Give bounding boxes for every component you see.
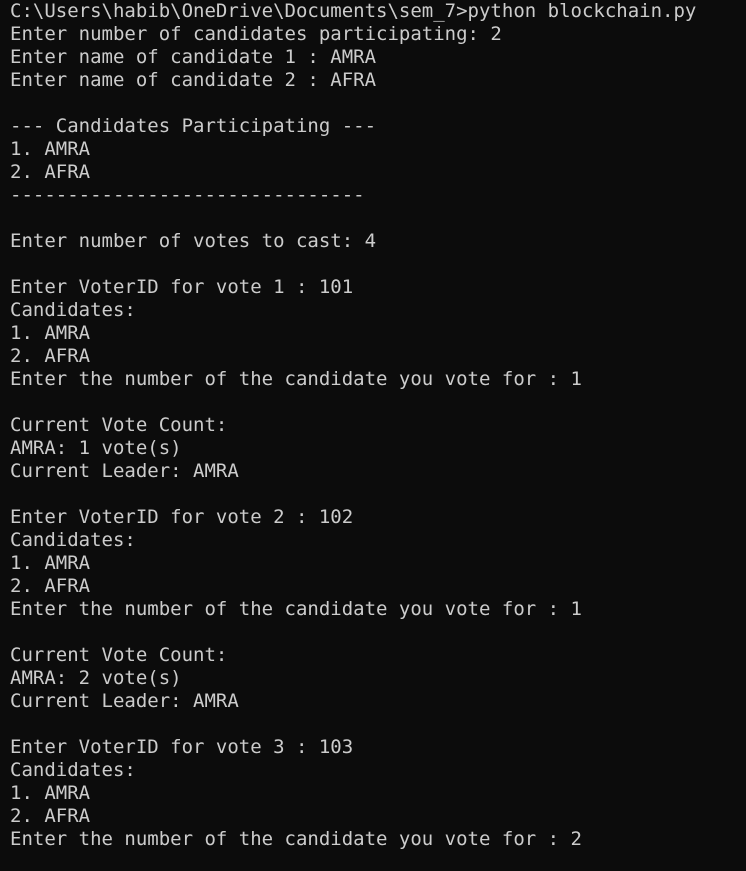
candidates-label: Candidates: xyxy=(10,759,136,781)
candidate-list-item: 1. AMRA xyxy=(10,322,91,344)
candidate-list-item: 2. AFRA xyxy=(10,161,91,183)
section-header: --- Candidates Participating --- xyxy=(10,115,377,137)
input-line: Enter number of votes to cast: 4 xyxy=(10,230,377,252)
current-leader-line: Current Leader: AMRA xyxy=(10,690,239,712)
candidate-list-item: 2. AFRA xyxy=(10,345,91,367)
candidate-list-item: 1. AMRA xyxy=(10,782,91,804)
candidate-list-item: 2. AFRA xyxy=(10,575,91,597)
vote-choice-line: Enter the number of the candidate you vo… xyxy=(10,828,582,850)
current-leader-line: Current Leader: AMRA xyxy=(10,460,239,482)
candidates-label: Candidates: xyxy=(10,529,136,551)
vote-choice-line: Enter the number of the candidate you vo… xyxy=(10,368,582,390)
voter-id-line: Enter VoterID for vote 3 : 103 xyxy=(10,736,354,758)
candidates-label: Candidates: xyxy=(10,299,136,321)
input-line: Enter number of candidates participating… xyxy=(10,23,502,45)
prompt-line: C:\Users\habib\OneDrive\Documents\sem_7>… xyxy=(10,0,697,22)
vote-count-label: Current Vote Count: xyxy=(10,414,228,436)
voter-id-line: Enter VoterID for vote 2 : 102 xyxy=(10,506,354,528)
candidate-list-item: 2. AFRA xyxy=(10,805,91,827)
divider-line: ------------------------------- xyxy=(10,184,365,206)
candidate-list-item: 1. AMRA xyxy=(10,552,91,574)
voter-id-line: Enter VoterID for vote 1 : 101 xyxy=(10,276,354,298)
terminal-output[interactable]: C:\Users\habib\OneDrive\Documents\sem_7>… xyxy=(0,0,746,871)
input-line: Enter name of candidate 1 : AMRA xyxy=(10,46,377,68)
vote-count-line: AMRA: 1 vote(s) xyxy=(10,437,182,459)
input-line: Enter name of candidate 2 : AFRA xyxy=(10,69,377,91)
vote-count-label: Current Vote Count: xyxy=(10,644,228,666)
vote-count-line: AMRA: 2 vote(s) xyxy=(10,667,182,689)
candidate-list-item: 1. AMRA xyxy=(10,138,91,160)
vote-choice-line: Enter the number of the candidate you vo… xyxy=(10,598,582,620)
